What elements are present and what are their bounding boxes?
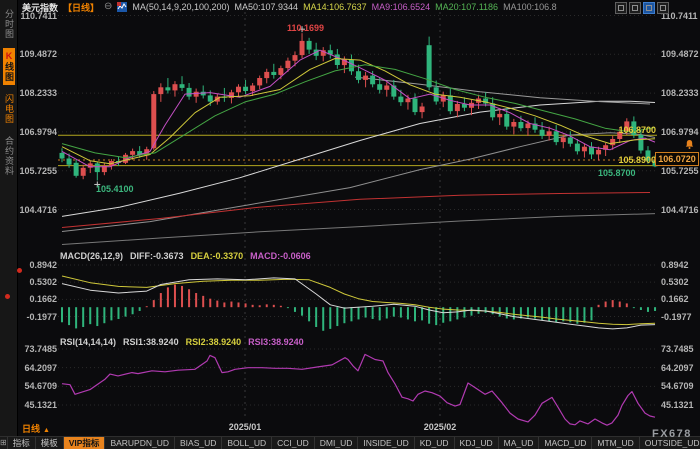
left-sidebar: 分时图 K线图闪电图合约资料 [0,0,18,449]
toolbar-tab-1[interactable]: 模板 [36,437,64,449]
y-axis-label: 73.7485 [661,344,699,354]
sidebar-item-0[interactable]: 分时图 [3,6,15,42]
macd-title: MACD(26,12,9) [60,251,123,261]
ma-value-0: MA50:107.9344 [235,2,299,12]
chart-canvas [0,0,700,449]
y-axis-label: 54.6709 [661,381,699,391]
sidebar-item-1[interactable]: K线图 [3,48,15,85]
y-axis-label: 109.4872 [16,49,57,59]
y-axis-label: 0.8942 [16,260,57,270]
toolbar-tab-4[interactable]: BIAS_UD [175,437,222,449]
expand-icon[interactable] [657,2,669,14]
chart-type-icon[interactable] [117,2,127,12]
high-price-annotation: 110.1699 [287,23,324,33]
y-axis-label: 0.1662 [16,294,57,304]
period-tag: 【日线】 [63,1,99,14]
last-close-label: 105.8700 [598,168,636,178]
toolbar-tab-5[interactable]: BOLL_UD [222,437,272,449]
toolbar-tab-2[interactable]: VIP指标 [64,437,106,449]
x-axis-date-label: 2025/02 [424,422,457,432]
y-axis-label: 0.8942 [661,260,699,270]
rsi2-value: RSI2:38.9240 [186,337,242,347]
macd-macd-value: MACD:-0.0606 [250,251,311,261]
toolbar-tab-13[interactable]: MTM_UD [592,437,639,449]
notification-dot-icon [5,294,10,299]
y-axis-label: 64.2097 [661,363,699,373]
indicator-toolbar: ⊞指标模板VIP指标BARUPDN_UDBIAS_UDBOLL_UDCCI_UD… [0,436,700,449]
pane-icon[interactable] [629,2,641,14]
symbol-title: 美元指数 [22,1,58,14]
sidebar-item-3[interactable]: 合约资料 [3,133,15,179]
rsi1-value: RSI1:38.9240 [123,337,179,347]
ma-formula: MA(50,14,9,20,100,200) [132,2,229,12]
rsi-panel-header: RSI(14,14,14) RSI1:38.9240 RSI2:38.9240 RSI… [60,337,311,347]
y-axis-label: 105.7255 [661,166,699,176]
y-axis-label: 0.5302 [661,277,699,287]
toolbar-tab-9[interactable]: KD_UD [415,437,455,449]
toolbar-tab-8[interactable]: INSIDE_UD [358,437,414,449]
toolbar-grid-icon[interactable]: ⊞ [0,437,8,449]
toolbar-tab-6[interactable]: CCI_UD [272,437,315,449]
y-axis-label: 0.1662 [661,294,699,304]
y-axis-label: 0.5302 [16,277,57,287]
split-view-icon[interactable] [615,2,627,14]
resistance-line-label: 106.8700 [606,125,656,135]
y-axis-label: 108.2333 [16,88,57,98]
collapse-icon[interactable]: ⊖ [104,2,112,12]
alert-dot-icon [17,268,22,273]
window-layout-icons [615,2,669,14]
y-axis-label: 45.1321 [16,400,57,410]
ma-value-2: MA9:106.6524 [372,2,431,12]
y-axis-label: -0.1977 [16,312,57,322]
macd-panel-header: MACD(26,12,9) DIFF:-0.3673 DEA:-0.3370 MACD… [60,251,318,261]
y-axis-label: 105.7255 [16,166,57,176]
support-line-label: 105.8900 [606,155,656,165]
y-axis-label: 106.9794 [16,127,57,137]
rsi3-value: RSI3:38.9240 [248,337,304,347]
y-axis-label: 104.4716 [16,205,57,215]
y-axis-label: 73.7485 [16,344,57,354]
watermark: FX678 [652,428,692,440]
ma-value-1: MA14:106.7637 [303,2,367,12]
toolbar-tab-11[interactable]: MA_UD [499,437,540,449]
y-axis-label: 64.2097 [16,363,57,373]
toolbar-tab-3[interactable]: BARUPDN_UD [105,437,175,449]
low-price-annotation: 105.4100 [96,184,134,194]
x-axis-date-label: 2025/01 [229,422,262,432]
macd-dea-value: DEA:-0.3370 [191,251,244,261]
ma-value-3: MA20:107.1186 [435,2,498,12]
y-axis-label: -0.1977 [661,312,699,322]
period-arrow-icon: ▲ [43,427,50,434]
chart-app: 分时图 K线图闪电图合约资料 美元指数 【日线】 ⊖ MA(50,14,9,20,… [0,0,700,449]
y-axis-label: 106.9794 [661,127,699,137]
toolbar-tab-10[interactable]: KDJ_UD [455,437,499,449]
macd-diff-value: DIFF:-0.3673 [130,251,184,261]
toolbar-tab-7[interactable]: DMI_UD [315,437,359,449]
toolbar-tab-12[interactable]: MACD_UD [539,437,592,449]
chart-header: 美元指数 【日线】 ⊖ MA(50,14,9,20,100,200) MA50:… [22,1,562,13]
ma-legend-values: MA50:107.9344 MA14:106.7637 MA9:106.6524 MA… [235,2,562,12]
y-axis-label: 54.6709 [16,381,57,391]
y-axis-label: 104.4716 [661,205,699,215]
toolbar-tab-0[interactable]: 指标 [8,437,36,449]
y-axis-label: 109.4872 [661,49,699,59]
chart-pane-icon[interactable] [643,2,655,14]
alert-bell-icon[interactable] [684,137,695,155]
y-axis-label: 45.1321 [661,400,699,410]
y-axis-label: 108.2333 [661,88,699,98]
ma-value-4: MA100:106.8 [503,2,557,12]
period-selector[interactable]: 日线▲ [22,422,50,435]
rsi-title: RSI(14,14,14) [60,337,116,347]
sidebar-item-2[interactable]: 闪电图 [3,91,15,127]
x-axis-row: 日线▲ 2025/01 2025/02 [18,420,700,436]
